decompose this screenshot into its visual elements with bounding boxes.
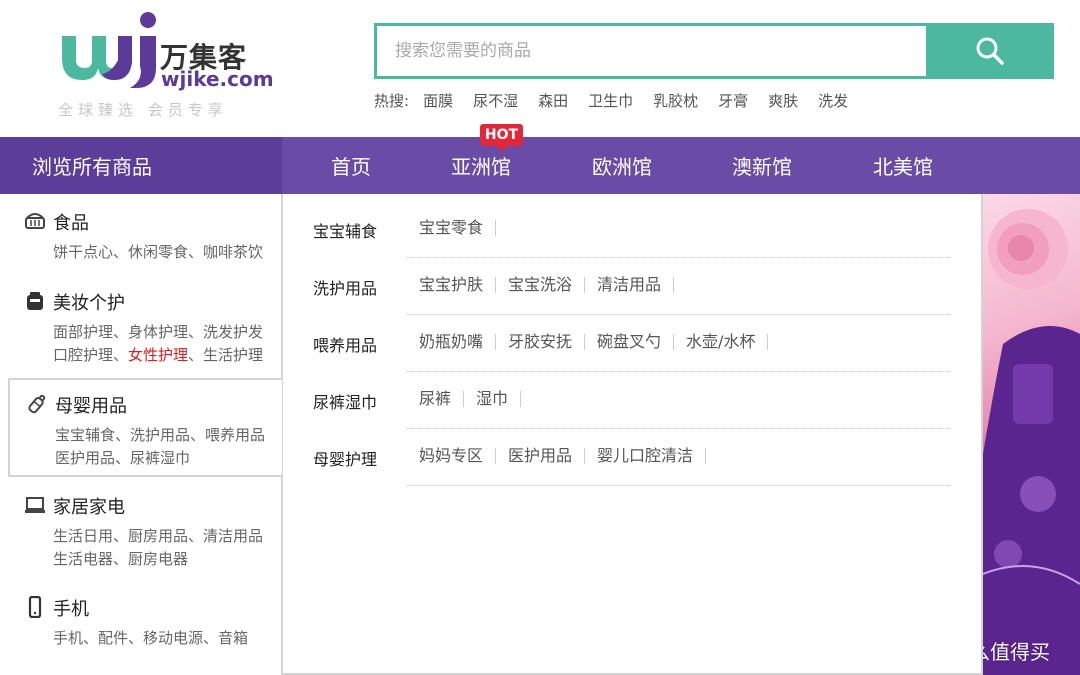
subcategory-title[interactable]: 喂养用品 (313, 332, 377, 356)
basket-icon (25, 213, 45, 229)
subcategory-link[interactable]: 牙胶安抚 (496, 334, 586, 350)
subcategory-title[interactable]: 宝宝辅食 (313, 218, 377, 242)
makeup-icon (27, 292, 43, 310)
subcategory-title[interactable]: 洗护用品 (313, 275, 377, 299)
category-sidebar: 食品 饼干点心、休闲零食、咖啡茶饮 美妆个护 面部护理、身体护理、洗发护发 口腔… (0, 194, 282, 675)
category-subitems: 宝宝辅食、洗护用品、喂养用品 (55, 426, 266, 444)
category-subitem-text: 、生活护理 (188, 346, 264, 364)
site-logo[interactable]: 万集客 wjike.com 全球臻选 会员专享 (56, 10, 286, 122)
subcategory-title[interactable]: 母婴护理 (313, 446, 377, 470)
subcategory-links: 妈妈专区 医护用品 婴儿口腔清洁 (407, 448, 707, 464)
hot-search-word[interactable]: 面膜 (423, 90, 453, 111)
subcategory-links: 尿裤 湿巾 (407, 391, 522, 407)
category-mother-baby[interactable]: 母婴用品 宝宝辅食、洗护用品、喂养用品 医护用品、尿裤湿巾 (8, 378, 282, 477)
subcategory-row: 洗护用品 宝宝护肤 宝宝洗浴 清洁用品 (283, 251, 983, 315)
logo-slogan: 全球臻选 会员专享 (58, 101, 228, 119)
hot-badge: HOT (480, 124, 523, 152)
hot-search-word[interactable]: 牙膏 (718, 90, 748, 111)
category-subitems: 手机、配件、移动电源、音箱 (53, 629, 249, 647)
category-subitems: 饼干点心、休闲零食、咖啡茶饮 (53, 243, 264, 261)
subcategory-row: 宝宝辅食 宝宝零食 (283, 194, 983, 258)
banner-art (983, 209, 1080, 675)
laptop-icon (25, 497, 45, 513)
subcategory-link[interactable]: 奶瓶奶嘴 (407, 334, 497, 350)
subcategory-link[interactable]: 清洁用品 (585, 277, 675, 293)
category-title: 母婴用品 (55, 396, 127, 417)
nav-anz-pavilion[interactable]: 澳新馆 (692, 137, 832, 194)
subcategory-row: 喂养用品 奶瓶奶嘴 牙胶安抚 碗盘叉勺 水壶/水杯 (283, 308, 983, 372)
subcategory-panel: 宝宝辅食 宝宝零食 洗护用品 宝宝护肤 宝宝洗浴 清洁用品 喂养用品 奶瓶奶嘴 … (281, 194, 983, 675)
search-button[interactable] (926, 23, 1054, 79)
subcategory-links: 奶瓶奶嘴 牙胶安抚 碗盘叉勺 水壶/水杯 (407, 334, 769, 350)
baby-bottle-icon (28, 394, 46, 414)
main-nav: 浏览所有商品 首页 亚洲馆 欧洲馆 澳新馆 北美馆 (0, 137, 1080, 194)
category-home-appliances[interactable]: 家居家电 生活日用、厨房用品、清洁用品 生活电器、厨房电器 (8, 479, 282, 579)
subcategory-link[interactable]: 碗盘叉勺 (585, 334, 675, 350)
hot-search-word[interactable]: 乳胶枕 (653, 90, 698, 111)
subcategory-link[interactable]: 宝宝护肤 (407, 277, 497, 293)
subcategory-title[interactable]: 尿裤湿巾 (313, 389, 377, 413)
category-title: 美妆个护 (53, 293, 125, 314)
category-subitems: 生活日用、厨房用品、清洁用品 (53, 527, 264, 545)
hot-search-word[interactable]: 爽肤 (768, 90, 798, 111)
category-beauty[interactable]: 美妆个护 面部护理、身体护理、洗发护发 口腔护理、女性护理、生活护理 (8, 284, 282, 378)
hot-search-label: 热搜: (374, 92, 410, 110)
subcategory-link[interactable]: 尿裤 (407, 391, 465, 407)
subcategory-link[interactable]: 妈妈专区 (407, 448, 497, 464)
subcategory-link[interactable]: 宝宝洗浴 (496, 277, 586, 293)
mobile-phone-icon (28, 596, 42, 618)
category-food[interactable]: 食品 饼干点心、休闲零食、咖啡茶饮 (8, 194, 282, 284)
subcategory-link[interactable]: 婴儿口腔清洁 (585, 448, 707, 464)
nav-europe-pavilion[interactable]: 欧洲馆 (552, 137, 692, 194)
category-subitem-text: 口腔护理、 (53, 346, 129, 364)
subcategory-link[interactable]: 水壶/水杯 (674, 334, 769, 350)
category-subitems: 医护用品、尿裤湿巾 (55, 449, 191, 467)
subcategory-link[interactable]: 湿巾 (464, 391, 522, 407)
subcategory-link[interactable]: 宝宝零食 (407, 220, 497, 236)
subcategory-row: 母婴护理 妈妈专区 医护用品 婴儿口腔清洁 (283, 422, 983, 486)
nav-north-america-pavilion[interactable]: 北美馆 (833, 137, 973, 194)
logo-domain: wjike.com (161, 67, 274, 91)
subcategory-link[interactable]: 医护用品 (496, 448, 586, 464)
category-title: 手机 (53, 599, 89, 620)
subcategory-links: 宝宝零食 (407, 220, 497, 236)
category-mobile[interactable]: 手机 手机、配件、移动电源、音箱 (8, 579, 282, 675)
hot-search-word[interactable]: 洗发 (818, 90, 848, 111)
row-divider (407, 485, 950, 486)
browse-all-products[interactable]: 浏览所有商品 (0, 137, 282, 194)
hot-search-list: 热搜: 面膜 尿不湿 森田 卫生巾 乳胶枕 牙膏 爽肤 洗发 (374, 90, 868, 111)
subcategory-row: 尿裤湿巾 尿裤 湿巾 (283, 365, 983, 429)
hot-search-word[interactable]: 尿不湿 (473, 90, 518, 111)
subcategory-links: 宝宝护肤 宝宝洗浴 清洁用品 (407, 277, 675, 293)
search-box (374, 23, 927, 79)
category-subitems: 面部护理、身体护理、洗发护发 (53, 323, 264, 341)
nav-home[interactable]: 首页 (281, 137, 421, 194)
hot-search-word[interactable]: 卫生巾 (588, 90, 633, 111)
category-subitems: 生活电器、厨房电器 (53, 550, 189, 568)
category-title: 食品 (53, 213, 89, 234)
search-icon (976, 37, 1004, 65)
category-subitems: 口腔护理、女性护理、生活护理 (53, 344, 263, 365)
search-input[interactable] (377, 26, 927, 76)
category-subitem-highlight[interactable]: 女性护理 (128, 346, 188, 364)
hot-search-word[interactable]: 森田 (538, 90, 568, 111)
wj-logo-icon (62, 12, 156, 88)
category-title: 家居家电 (53, 497, 125, 518)
promo-banner[interactable] (983, 194, 1080, 675)
